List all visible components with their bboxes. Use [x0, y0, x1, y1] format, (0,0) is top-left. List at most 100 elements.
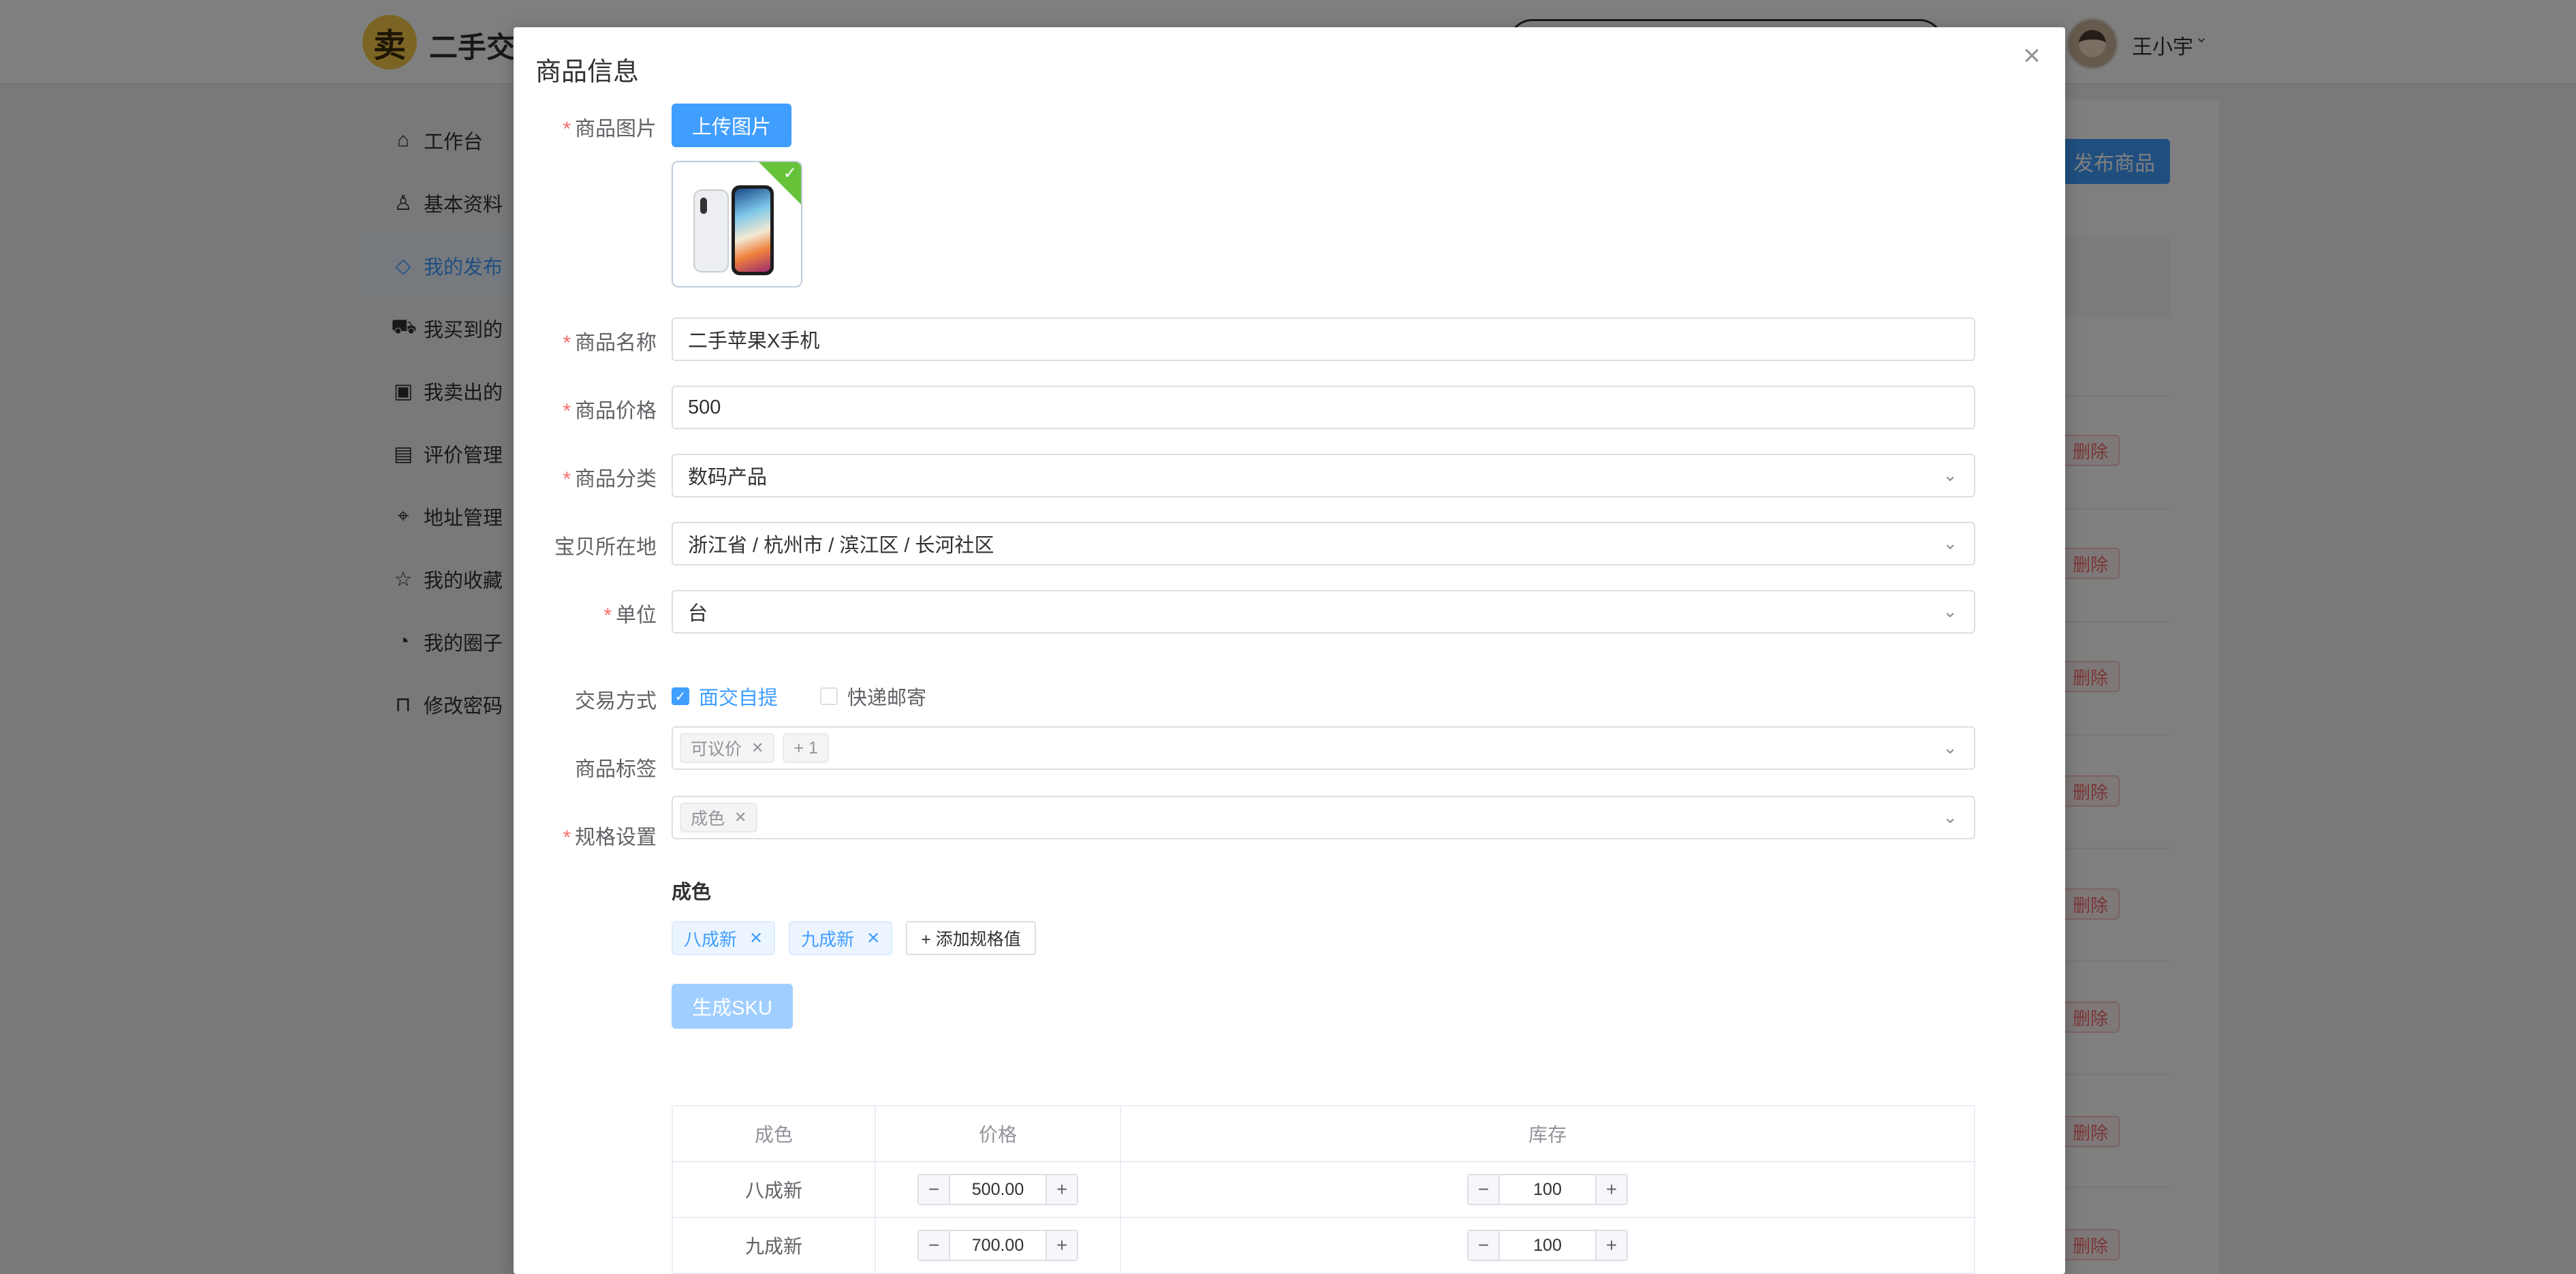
required-mark: *: [563, 826, 571, 849]
price-label-text: 商品价格: [575, 400, 657, 422]
trade-label-text: 交易方式: [575, 690, 657, 713]
product-name-input[interactable]: 二手苹果X手机: [672, 317, 1975, 361]
unit-select[interactable]: 台 ⌄: [672, 590, 1975, 634]
required-mark: *: [563, 468, 571, 491]
stock-cell: − 100 +: [1120, 1217, 1975, 1274]
spec-group-title: 成色: [672, 882, 712, 903]
price-value[interactable]: 500.00: [950, 1180, 1046, 1200]
upload-image-button[interactable]: 上传图片: [672, 104, 791, 147]
spec-select[interactable]: 成色 ✕ ⌄: [672, 796, 1975, 839]
minus-icon[interactable]: −: [919, 1175, 950, 1204]
tags-label-text: 商品标签: [575, 758, 657, 781]
trade-label: 交易方式: [514, 684, 657, 714]
table-header-row: 成色 价格 库存: [672, 1105, 1975, 1162]
stock-value[interactable]: 100: [1500, 1180, 1595, 1200]
delivery-option-label[interactable]: 快递邮寄: [847, 682, 926, 711]
chevron-down-icon: ⌄: [1943, 601, 1958, 621]
image-label: * 商品图片: [514, 112, 657, 142]
column-header: 价格: [875, 1105, 1121, 1162]
chevron-down-icon: ⌄: [1943, 533, 1958, 553]
close-icon[interactable]: ✕: [866, 929, 880, 948]
category-label-text: 商品分类: [575, 468, 657, 491]
price-stepper[interactable]: − 500.00 +: [917, 1174, 1078, 1205]
category-select[interactable]: 数码产品 ⌄: [672, 454, 1975, 497]
stock-stepper[interactable]: − 100 +: [1467, 1174, 1628, 1205]
product-name-value: 二手苹果X手机: [688, 330, 820, 352]
plus-icon[interactable]: +: [1595, 1175, 1627, 1204]
spec-chip: 成色 ✕: [680, 803, 758, 833]
plus-icon[interactable]: +: [1595, 1231, 1627, 1260]
tag-chip-label: 可议价: [691, 740, 742, 759]
selected-specs: 成色 ✕: [680, 803, 766, 833]
spec-values: 八成新 ✕ 九成新 ✕ + 添加规格值: [672, 921, 1036, 955]
pickup-option-label[interactable]: 面交自提: [699, 682, 778, 711]
image-label-text: 商品图片: [575, 118, 657, 140]
spec-cell: 八成新: [672, 1161, 876, 1218]
required-mark: *: [563, 400, 571, 422]
required-mark: *: [563, 118, 571, 140]
tag-chip: 可议价 ✕: [680, 733, 775, 763]
spec-label: * 规格设置: [514, 820, 657, 850]
plus-icon[interactable]: +: [1046, 1231, 1077, 1260]
tags-select[interactable]: 可议价 ✕ + 1 ⌄: [672, 726, 1975, 770]
phone-front-image: [732, 185, 774, 275]
selected-tags: 可议价 ✕ + 1: [680, 733, 837, 763]
stock-value[interactable]: 100: [1500, 1236, 1595, 1256]
phone-back-image: [693, 189, 729, 273]
dialog-title: 商品信息: [535, 58, 640, 87]
sku-table: 成色 价格 库存 八成新 − 500.00 + − 100 + 九成新 − 70…: [672, 1105, 1975, 1274]
column-header: 库存: [1120, 1105, 1975, 1162]
close-icon[interactable]: ✕: [749, 929, 763, 948]
trade-options: ✓ 面交自提 快递邮寄: [672, 681, 926, 711]
location-label: 宝贝所在地: [514, 530, 657, 560]
unit-value: 台: [688, 603, 708, 625]
chevron-down-icon: ⌄: [1943, 807, 1958, 827]
close-icon[interactable]: ×: [2023, 41, 2041, 71]
spec-label-text: 规格设置: [575, 826, 657, 849]
price-value[interactable]: 700.00: [950, 1236, 1046, 1256]
unit-label-text: 单位: [616, 604, 657, 627]
spec-chip-label: 成色: [691, 809, 725, 828]
pickup-checkbox[interactable]: ✓: [672, 687, 689, 705]
generate-sku-button[interactable]: 生成SKU: [672, 984, 793, 1029]
price-cell: − 700.00 +: [875, 1217, 1121, 1274]
table-row: 八成新 − 500.00 + − 100 +: [672, 1161, 1975, 1218]
name-label: * 商品名称: [514, 326, 657, 356]
stock-stepper[interactable]: − 100 +: [1467, 1230, 1628, 1261]
table-row: 九成新 − 700.00 + − 100 +: [672, 1217, 1975, 1274]
spec-value-label: 八成新: [684, 929, 738, 950]
check-icon: ✓: [783, 164, 797, 183]
product-price-value: 500: [688, 396, 721, 418]
column-header: 成色: [672, 1105, 876, 1162]
price-label: * 商品价格: [514, 394, 657, 424]
location-value: 浙江省 / 杭州市 / 滨江区 / 长河社区: [688, 535, 994, 557]
location-label-text: 宝贝所在地: [554, 536, 657, 559]
location-cascader[interactable]: 浙江省 / 杭州市 / 滨江区 / 长河社区 ⌄: [672, 522, 1975, 565]
chevron-down-icon: ⌄: [1943, 465, 1958, 485]
phone-screen: [735, 189, 770, 272]
add-spec-value-button[interactable]: + 添加规格值: [906, 921, 1036, 955]
price-stepper[interactable]: − 700.00 +: [917, 1230, 1078, 1261]
close-icon[interactable]: ✕: [734, 809, 747, 826]
delivery-checkbox[interactable]: [820, 687, 838, 705]
required-mark: *: [603, 604, 612, 627]
spec-cell: 九成新: [672, 1217, 876, 1274]
product-info-dialog: 商品信息 × * 商品图片 上传图片 ✓ * 商品名称 二手苹果X手机 * 商品价格 …: [514, 27, 2065, 1274]
spec-value-tag: 八成新 ✕: [672, 921, 776, 955]
close-icon[interactable]: ✕: [751, 739, 764, 757]
minus-icon[interactable]: −: [1468, 1231, 1500, 1260]
minus-icon[interactable]: −: [1468, 1175, 1500, 1204]
name-label-text: 商品名称: [575, 332, 657, 354]
tags-label: 商品标签: [514, 752, 657, 782]
category-label: * 商品分类: [514, 462, 657, 492]
more-tags-chip: + 1: [783, 733, 829, 763]
spec-value-label: 九成新: [801, 929, 855, 950]
product-image-thumbnail[interactable]: ✓: [672, 161, 802, 288]
minus-icon[interactable]: −: [919, 1231, 950, 1260]
unit-label: * 单位: [514, 598, 657, 628]
product-price-input[interactable]: 500: [672, 386, 1975, 429]
required-mark: *: [563, 332, 571, 354]
price-cell: − 500.00 +: [875, 1161, 1121, 1218]
category-value: 数码产品: [688, 467, 768, 488]
plus-icon[interactable]: +: [1046, 1175, 1077, 1204]
